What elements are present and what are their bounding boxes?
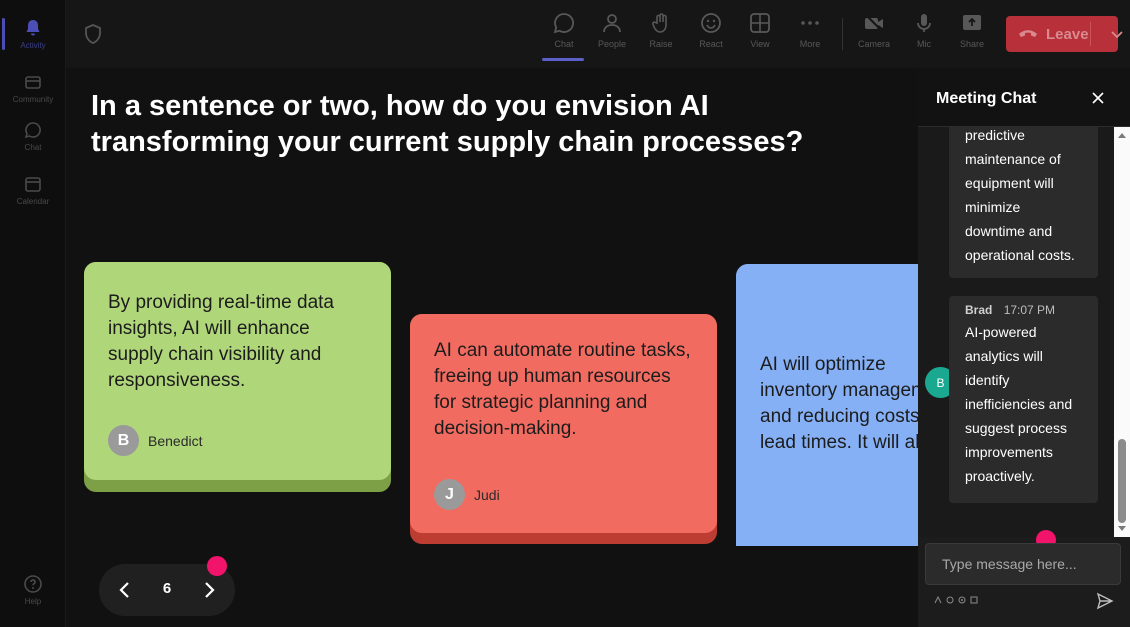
- chat-icon: [553, 13, 574, 34]
- card-face: AI will optimize inventory management an…: [736, 264, 919, 546]
- avatar: J: [434, 479, 465, 510]
- chat-header: Meeting Chat: [918, 68, 1130, 127]
- card-text: AI can automate routine tasks, freeing u…: [434, 340, 691, 439]
- meeting-chat-panel: Meeting Chat predictive maintenance of e…: [918, 68, 1130, 627]
- author-name: Benedict: [148, 432, 203, 449]
- compose-box[interactable]: [925, 543, 1121, 585]
- question-title: In a sentence or two, how do you envisio…: [91, 90, 804, 158]
- phone-hangup-icon: [1019, 30, 1037, 37]
- response-card[interactable]: AI will optimize inventory management an…: [736, 264, 919, 546]
- card-text: By providing real-time data insights, AI…: [108, 292, 334, 391]
- camera-off-icon: [865, 14, 883, 32]
- leave-button[interactable]: Leave: [1006, 16, 1123, 52]
- message-meta: Brad 17:07 PM: [965, 302, 1082, 318]
- message-time: 17:07 PM: [1003, 303, 1056, 317]
- gif-icon[interactable]: [970, 596, 978, 604]
- close-icon[interactable]: [1090, 90, 1106, 106]
- toolbar-label: Camera: [857, 39, 890, 49]
- author-name: Judi: [474, 486, 500, 503]
- people-icon: [603, 14, 621, 33]
- share-icon: [963, 15, 981, 30]
- rail-label: Chat: [24, 143, 42, 152]
- app-rail: Activity Community Chat Calendar Help: [0, 0, 66, 627]
- rail-label: Calendar: [16, 197, 50, 206]
- card-author: J Judi: [434, 479, 500, 510]
- toolbar-label: View: [750, 39, 770, 49]
- toolbar-raise-button[interactable]: Raise: [639, 12, 683, 60]
- chat-message: predictive maintenance of equipment will…: [949, 127, 1098, 278]
- rail-item-community[interactable]: Community: [0, 62, 66, 114]
- grid-icon: [750, 13, 770, 33]
- format-toolbar: [934, 596, 978, 604]
- toolbar-label: Mic: [917, 39, 931, 49]
- toolbar-view-button[interactable]: View: [738, 12, 782, 60]
- chat-icon: [24, 122, 41, 139]
- highlight-dot: [207, 556, 227, 576]
- chat-scrollbar[interactable]: [1114, 127, 1130, 537]
- toolbar-divider: [842, 18, 843, 50]
- response-card[interactable]: AI can automate routine tasks, freeing u…: [410, 314, 717, 544]
- rail-item-help[interactable]: Help: [0, 564, 66, 616]
- hand-icon: [652, 13, 667, 33]
- toolbar-mic-button[interactable]: Mic: [902, 12, 946, 60]
- card-text: AI will optimize inventory management an…: [760, 354, 919, 453]
- presentation-stage: In a sentence or two, how do you envisio…: [66, 68, 919, 627]
- leave-divider: [1090, 22, 1091, 46]
- shield-icon: [85, 24, 101, 44]
- more-icon: [801, 21, 819, 25]
- toolbar-react-button[interactable]: React: [689, 12, 733, 60]
- chat-title: Meeting Chat: [936, 90, 1037, 107]
- avatar: B: [108, 425, 139, 456]
- meeting-toolbar: Chat People Raise React View More Camera…: [66, 0, 1130, 68]
- toolbar-people-button[interactable]: People: [590, 12, 634, 60]
- rail-item-chat[interactable]: Chat: [0, 110, 66, 162]
- help-icon: [24, 575, 42, 593]
- leave-label: Leave: [1046, 25, 1089, 43]
- emoji-icon[interactable]: [958, 596, 966, 604]
- rail-label: Activity: [20, 41, 46, 50]
- rail-item-activity[interactable]: Activity: [0, 8, 66, 60]
- rail-label: Community: [12, 95, 54, 104]
- emoji-icon: [701, 13, 721, 33]
- chevron-down-icon[interactable]: [1108, 24, 1126, 44]
- scroll-down-icon[interactable]: [1118, 525, 1126, 533]
- send-icon[interactable]: [1096, 592, 1114, 610]
- chat-message: Brad 17:07 PM AI-powered analytics will …: [949, 296, 1098, 503]
- toolbar-share-button[interactable]: Share: [950, 12, 994, 60]
- toolbar-chat-button[interactable]: Chat: [542, 12, 586, 61]
- toolbar-label: Share: [959, 39, 985, 49]
- chat-messages[interactable]: predictive maintenance of equipment will…: [918, 127, 1114, 537]
- rail-label: Help: [24, 597, 42, 606]
- sender-name: Brad: [965, 303, 993, 317]
- chevron-right-icon[interactable]: [197, 578, 221, 602]
- message-text: AI-powered analytics will identify ineff…: [965, 324, 1073, 484]
- community-icon: [25, 76, 41, 89]
- toolbar-label: Chat: [554, 39, 574, 49]
- toolbar-more-button[interactable]: More: [788, 12, 832, 60]
- toolbar-camera-button[interactable]: Camera: [852, 12, 896, 60]
- scroll-up-icon[interactable]: [1118, 131, 1126, 139]
- chevron-left-icon[interactable]: [113, 578, 137, 602]
- rail-item-calendar[interactable]: Calendar: [0, 164, 66, 216]
- page-number: 6: [162, 580, 172, 597]
- response-card[interactable]: By providing real-time data insights, AI…: [84, 262, 391, 492]
- calendar-icon: [25, 177, 41, 192]
- bell-icon: [26, 20, 40, 36]
- card-author: B Benedict: [108, 425, 202, 456]
- mic-icon: [917, 14, 931, 32]
- scroll-thumb[interactable]: [1118, 439, 1126, 523]
- attach-icon[interactable]: [946, 596, 954, 604]
- toolbar-label: More: [799, 39, 821, 49]
- toolbar-label: People: [597, 39, 627, 49]
- toolbar-label: Raise: [649, 39, 673, 49]
- toolbar-label: React: [699, 39, 723, 49]
- message-input[interactable]: [926, 544, 1120, 584]
- format-icon[interactable]: [934, 596, 942, 604]
- message-text: predictive maintenance of equipment will…: [965, 127, 1075, 263]
